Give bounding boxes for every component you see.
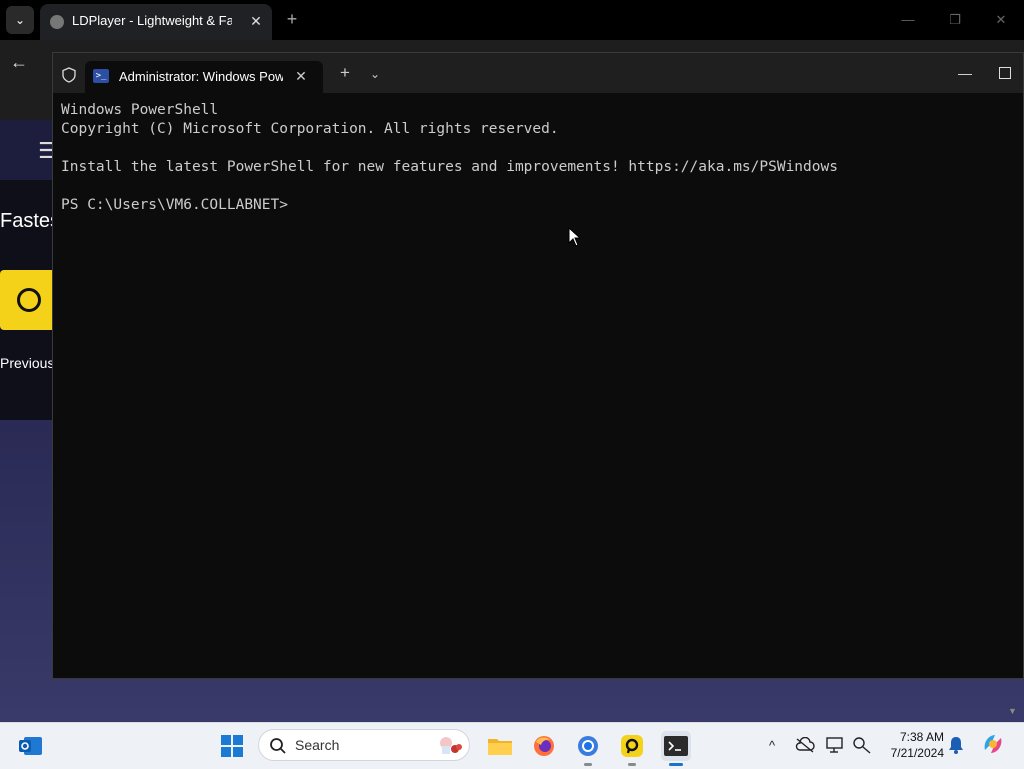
chevron-down-icon: ⌄: [14, 13, 26, 27]
powershell-icon: >_: [93, 69, 109, 83]
terminal-line: Install the latest PowerShell for new fe…: [61, 159, 838, 175]
browser-tab-close-button[interactable]: ✕: [246, 11, 266, 31]
search-icon: [270, 738, 286, 754]
terminal-minimize-button[interactable]: —: [951, 61, 979, 85]
ldplayer-logo-icon[interactable]: [0, 270, 58, 330]
terminal-titlebar: >_ Administrator: Windows Powe ✕ + ⌄ —: [53, 53, 1023, 93]
shield-icon: [62, 67, 76, 83]
terminal-line: Windows PowerShell: [61, 102, 219, 118]
browser-minimize-button[interactable]: —: [896, 8, 920, 32]
browser-new-tab-button[interactable]: +: [282, 8, 302, 30]
running-indicator: [628, 763, 636, 766]
clock-time: 7:38 AM: [899, 730, 944, 744]
notification-bell-icon[interactable]: [946, 735, 966, 755]
terminal-prompt[interactable]: PS C:\Users\VM6.COLLABNET>: [61, 196, 1011, 215]
running-indicator: [584, 763, 592, 766]
copilot-icon[interactable]: [980, 731, 1006, 757]
mouse-cursor-icon: [568, 227, 582, 247]
network-icon[interactable]: [852, 735, 872, 755]
terminal-new-tab-button[interactable]: +: [335, 63, 355, 83]
tab-search-button[interactable]: ⌄: [6, 6, 34, 34]
terminal-taskbar-icon[interactable]: [661, 731, 691, 766]
search-placeholder: Search: [295, 737, 340, 753]
outlook-icon[interactable]: [16, 731, 46, 761]
taskbar: Search ^ 7:38 AM 7/21/2024: [0, 722, 1024, 769]
terminal-tab-title: Administrator: Windows Powe: [119, 69, 283, 84]
ldplayer-taskbar-icon[interactable]: [617, 731, 647, 766]
terminal-output[interactable]: Windows PowerShell Copyright (C) Microso…: [61, 101, 1011, 661]
browser-close-button[interactable]: ✕: [989, 8, 1013, 32]
terminal-tab-close-button[interactable]: ✕: [291, 66, 311, 86]
clock[interactable]: 7:38 AM 7/21/2024: [880, 729, 944, 761]
chevron-up-icon[interactable]: ^: [762, 735, 782, 755]
cloud-offline-icon[interactable]: [795, 735, 815, 755]
scroll-down-arrow-icon[interactable]: ▼: [1008, 706, 1017, 716]
previous-link[interactable]: Previous: [0, 355, 54, 371]
search-highlight-icon: [440, 737, 462, 754]
terminal-dropdown-button[interactable]: ⌄: [365, 64, 385, 84]
start-button[interactable]: [217, 731, 247, 761]
terminal-maximize-button[interactable]: [999, 67, 1011, 79]
terminal-window[interactable]: >_ Administrator: Windows Powe ✕ + ⌄ — W…: [52, 52, 1024, 679]
display-icon[interactable]: [826, 735, 846, 755]
firefox-icon[interactable]: [529, 731, 559, 761]
windows-logo-icon: [221, 735, 243, 757]
clock-date: 7/21/2024: [890, 746, 944, 760]
chrome-icon[interactable]: [573, 731, 603, 766]
browser-tab-ldplayer[interactable]: LDPlayer - Lightweight & Fast ✕: [40, 4, 272, 40]
globe-icon: [50, 15, 64, 29]
browser-restore-button[interactable]: ❐: [943, 8, 967, 32]
browser-tab-title: LDPlayer - Lightweight & Fast: [72, 13, 232, 28]
search-box[interactable]: Search: [258, 729, 470, 761]
terminal-tab-powershell[interactable]: >_ Administrator: Windows Powe ✕: [85, 61, 323, 93]
back-arrow-icon[interactable]: ←: [10, 52, 28, 73]
file-explorer-icon[interactable]: [485, 731, 515, 761]
active-indicator: [669, 763, 683, 766]
terminal-line: Copyright (C) Microsoft Corporation. All…: [61, 121, 559, 137]
